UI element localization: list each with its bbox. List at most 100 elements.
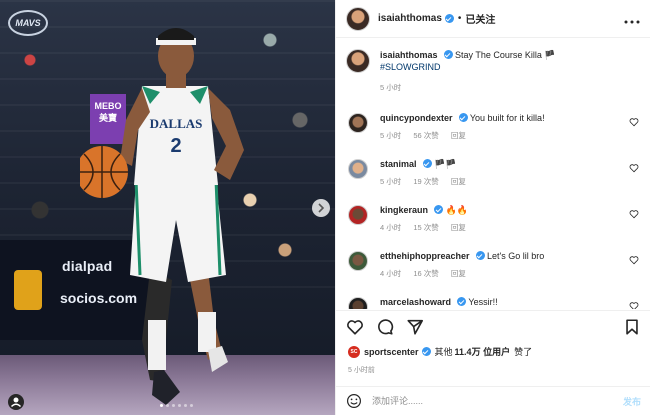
verified-badge-icon [457,297,467,306]
svg-text:2: 2 [170,135,181,157]
basketball-player: DALLAS 2 [80,28,244,405]
author-username[interactable]: isaiahthomas [378,13,442,24]
caption-meta: 5 小时 [380,82,641,94]
mavs-logo: MAVS [8,10,48,36]
likes-count[interactable]: 11.4万 位用户 [455,345,511,358]
tagged-user-icon[interactable] [8,394,24,410]
commenter-avatar[interactable] [348,205,368,225]
verified-badge-icon [434,205,444,214]
post-header: isaiahthomas • 已关注 [336,0,650,38]
comment-username[interactable]: kingkeraun [380,205,428,215]
caption-avatar[interactable] [346,49,370,73]
like-comment-heart-icon[interactable] [629,209,639,219]
comment-text: 🏴🏴 [434,159,457,169]
chevron-right-icon [318,203,325,213]
post-photo[interactable]: dialpad socios.com MEBO 美寶 MAVS DALLAS 2 [0,0,335,415]
header-separator: • [457,13,462,24]
carousel-dots [160,404,193,407]
author-avatar[interactable] [346,6,370,31]
comment-body: kingkeraun 🔥🔥 4 小时 15 次赞 回复 [380,204,641,236]
share-icon[interactable] [406,318,424,336]
instagram-post: dialpad socios.com MEBO 美寶 MAVS DALLAS 2 [0,0,650,415]
next-image-button[interactable] [312,199,330,217]
liker-username[interactable]: sportscenter [364,347,419,357]
following-button[interactable]: 已关注 [465,11,495,26]
comment-body: marcelashoward Yessir!! [380,296,641,309]
comment-item: stanimal 🏴🏴 5 小时 19 次赞 回复 [346,158,641,190]
comment-meta: 5 小时 19 次赞 回复 [380,176,641,188]
more-options-icon[interactable] [624,11,640,27]
likes-others-prefix: 其他 [434,347,453,357]
commenter-avatar[interactable] [348,251,368,271]
comment-time: 4 小时 [380,223,402,232]
comment-item: kingkeraun 🔥🔥 4 小时 15 次赞 回复 [346,204,641,236]
likes-suffix: 赞了 [514,347,533,357]
carousel-dot [166,404,169,407]
comment-username[interactable]: quincypondexter [380,113,453,123]
comment-time: 5 小时 [380,131,402,140]
commenter-avatar[interactable] [348,159,368,179]
comment-likes[interactable]: 16 次赞 [413,269,438,278]
comment-likes[interactable]: 56 次赞 [413,131,438,140]
comment-item: quincypondexter You built for it killa! … [346,112,641,144]
comment-item: etthehiphoppreacher Let's Go lil bro 4 小… [346,250,641,282]
post-comment-button[interactable]: 发布 [623,395,641,408]
comment-time: 4 小时 [380,269,402,278]
reply-button[interactable]: 回复 [451,131,466,140]
likes-summary: SC sportscenter 其他 11.4万 位用户 赞了 [348,345,532,358]
comment-text: You built for it killa! [469,113,545,123]
carousel-dot [160,404,163,407]
post-side-panel: isaiahthomas • 已关注 isaiahthomas Stay The… [335,0,650,415]
caption-text: Stay The Course Killa 🏴 [455,50,556,60]
svg-text:DALLAS: DALLAS [150,116,203,131]
like-comment-heart-icon[interactable] [629,117,639,127]
caption-username[interactable]: isaiahthomas [380,50,438,60]
comment-text: Let's Go lil bro [487,251,545,261]
bookmark-icon[interactable] [623,318,641,336]
comment-username[interactable]: stanimal [380,159,417,169]
commenter-avatar[interactable] [348,113,368,133]
comment-text: 🔥🔥 [445,205,468,215]
comment-meta: 4 小时 15 次赞 回复 [380,222,641,234]
comment-username[interactable]: etthehiphoppreacher [380,251,470,261]
post-timestamp: 5 小时前 [348,367,375,374]
comments-list[interactable]: isaiahthomas Stay The Course Killa 🏴 #SL… [336,39,650,309]
carousel-dot [190,404,193,407]
comment-likes[interactable]: 15 次赞 [413,223,438,232]
comment-body: etthehiphoppreacher Let's Go lil bro 4 小… [380,250,641,282]
comment-meta: 5 小时 56 次赞 回复 [380,130,641,142]
gatorade-cooler [14,270,42,310]
reply-button[interactable]: 回复 [451,269,466,278]
carousel-dot [178,404,181,407]
verified-badge-icon [458,113,468,122]
comment-username[interactable]: marcelashoward [380,297,451,307]
emoji-icon[interactable] [346,393,362,409]
comment-icon[interactable] [376,318,394,336]
reply-button[interactable]: 回复 [451,223,466,232]
verified-badge-icon [421,347,431,356]
liker-avatar[interactable]: SC [348,345,360,358]
comment-body: quincypondexter You built for it killa! … [380,112,641,144]
verified-badge-icon [475,251,485,260]
reply-button[interactable]: 回复 [451,177,466,186]
comment-item: marcelashoward Yessir!! [346,296,641,309]
heart-icon[interactable] [346,318,364,336]
caption-body: isaiahthomas Stay The Course Killa 🏴 #SL… [380,49,641,94]
carousel-dot [184,404,187,407]
verified-badge-icon [444,14,454,23]
comment-body: stanimal 🏴🏴 5 小时 19 次赞 回复 [380,158,641,190]
caption-time: 5 小时 [380,83,402,92]
verified-badge-icon [422,159,432,168]
post-caption: isaiahthomas Stay The Course Killa 🏴 #SL… [346,49,641,94]
verified-badge-icon [443,50,453,59]
like-comment-heart-icon[interactable] [629,301,639,309]
comment-input[interactable] [372,396,623,406]
carousel-dot [172,404,175,407]
caption-hashtag[interactable]: #SLOWGRIND [380,62,441,72]
post-actions [336,310,650,342]
like-comment-heart-icon[interactable] [629,163,639,173]
like-comment-heart-icon[interactable] [629,255,639,265]
comment-meta: 4 小时 16 次赞 回复 [380,268,641,280]
commenter-avatar[interactable] [348,297,368,309]
comment-likes[interactable]: 19 次赞 [413,177,438,186]
